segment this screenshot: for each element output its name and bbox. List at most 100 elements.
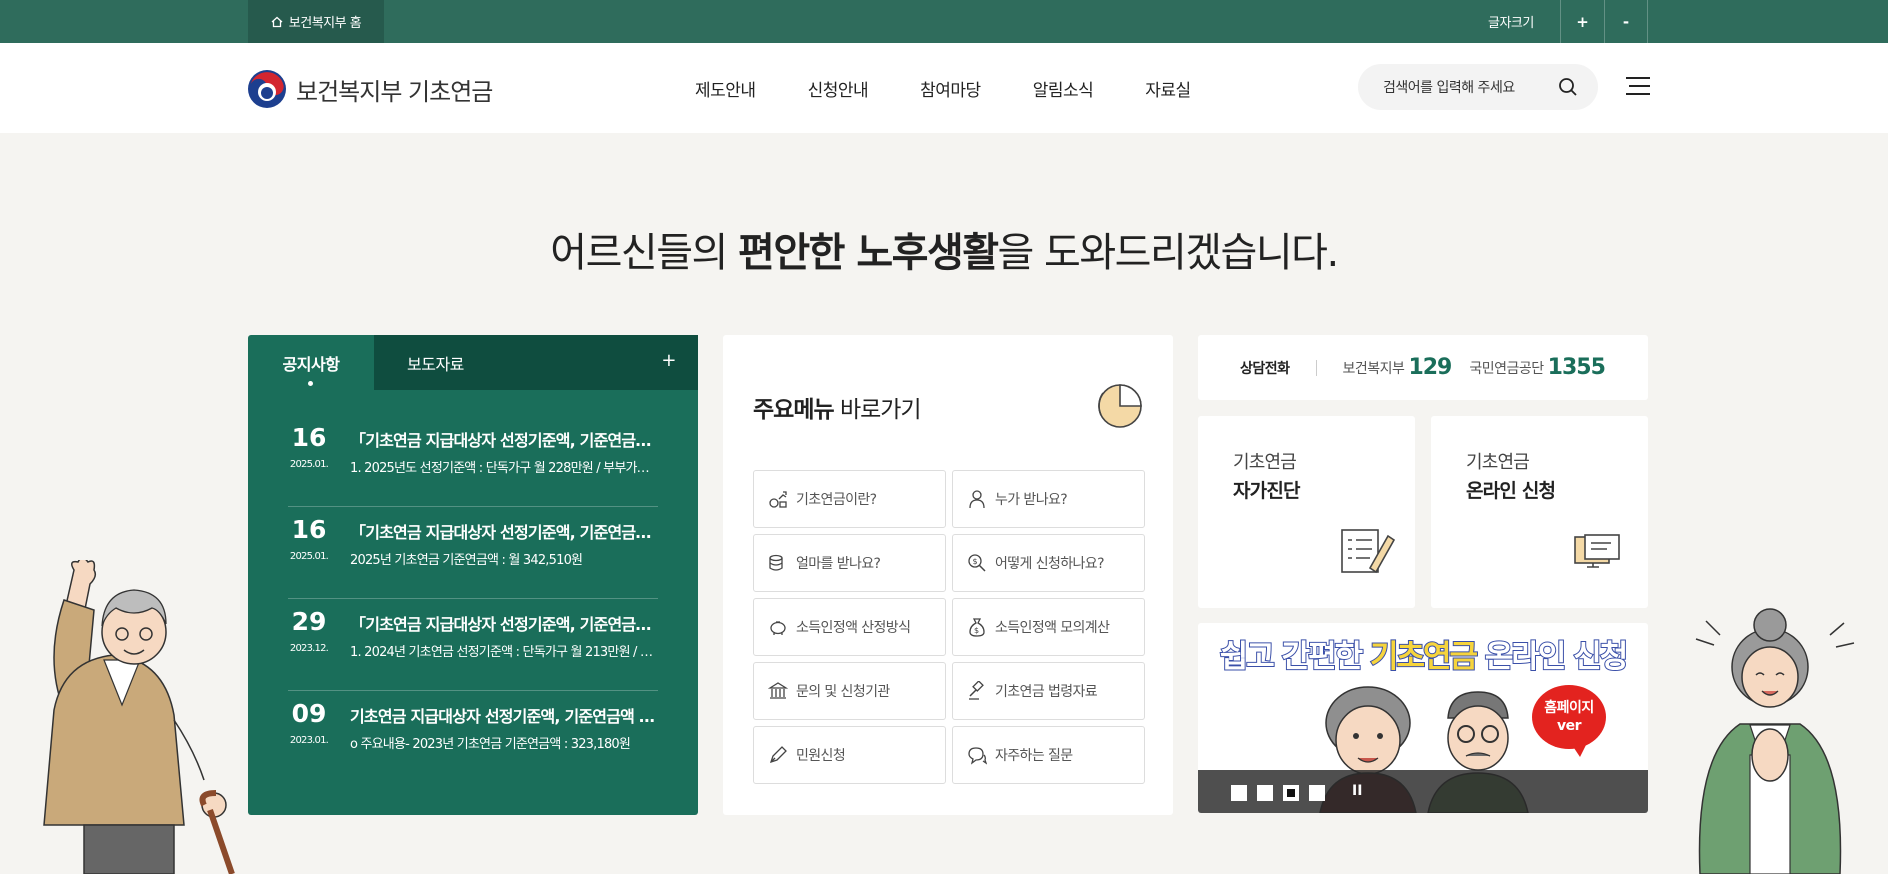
quick-item-faq[interactable]: 자주하는 질문 [952, 726, 1145, 784]
notice-year-month: 2023.01. [289, 735, 329, 746]
quick-item-label: 소득인정액 모의계산 [995, 620, 1110, 636]
banner-title: 쉽고 간편한 기초연금 온라인 신청 [1198, 631, 1648, 676]
quick-item-label: 민원신청 [796, 748, 846, 764]
checklist-icon [1341, 529, 1396, 574]
font-increase-button[interactable]: + [1560, 0, 1604, 43]
banner-title-pre: 쉽고 간편한 [1219, 638, 1370, 676]
notice-item[interactable]: 16 2025.01. 「기초연금 지급대상자 선정기준액, 기준연금액」 고시… [288, 507, 660, 599]
homepage-version-badge: 홈페이지 ver [1532, 685, 1606, 757]
tab-press[interactable]: 보도자료 + [374, 335, 698, 390]
notice-more-button[interactable]: + [661, 350, 676, 371]
notice-item[interactable]: 09 2023.01. 기초연금 지급대상자 선정기준액, 기준연금액 고시 o… [288, 691, 660, 783]
quick-item-label: 누가 받나요? [995, 492, 1068, 508]
notice-title: 「기초연금 지급대상자 선정기준액, 기준연금액」 고시 [350, 615, 660, 634]
taegeuk-logo-icon [248, 70, 286, 108]
search-placeholder: 검색어를 입력해 주세요 [1383, 80, 1515, 96]
quick-item-about[interactable]: 기초연금이란? [753, 470, 946, 528]
slide-dot-2[interactable] [1257, 785, 1273, 801]
home-link-label: 보건복지부 홈 [288, 16, 362, 31]
nav-item-library[interactable]: 자료실 [1145, 76, 1191, 101]
banner-controls: II [1198, 770, 1648, 813]
card-line2: 자가진단 [1233, 480, 1301, 502]
hero-slogan: 어르신들의 편안한 노후생활을 도와드리겠습니다. [0, 220, 1888, 278]
slide-dot-3[interactable] [1283, 785, 1299, 801]
online-apply-card[interactable]: 기초연금 온라인 신청 [1431, 416, 1648, 608]
nav-item-system[interactable]: 제도안내 [695, 76, 756, 101]
notice-summary: 1. 2024년 기초연금 선정기준액 : 단독가구 월 213만원 / 부부가… [350, 645, 660, 660]
call-label: 상담전화 [1240, 360, 1290, 377]
tab-notices-label: 공지사항 [282, 354, 340, 374]
tab-notices[interactable]: 공지사항 [248, 335, 374, 390]
nav-item-apply[interactable]: 신청안내 [808, 76, 869, 101]
quick-item-label: 어떻게 신청하나요? [995, 556, 1105, 572]
call-number-mohw[interactable]: 129 [1408, 355, 1452, 380]
site-logo[interactable]: 보건복지부 기초연금 [248, 70, 493, 108]
call-org-nps: 국민연금공단 [1469, 360, 1544, 377]
home-link[interactable]: 보건복지부 홈 [248, 0, 384, 43]
notice-tabs: 공지사항 보도자료 + [248, 335, 698, 390]
slide-dot-4[interactable] [1309, 785, 1325, 801]
quick-item-who[interactable]: 누가 받나요? [952, 470, 1145, 528]
svg-text:$: $ [974, 626, 979, 635]
call-number-nps[interactable]: 1355 [1548, 355, 1606, 380]
notice-day: 16 [291, 515, 327, 544]
nav-item-news[interactable]: 알림소식 [1033, 76, 1094, 101]
notice-board: 공지사항 보도자료 + 16 2025.01. 「기초연금 지급대상자 선정기준액… [248, 335, 698, 815]
pause-button[interactable]: II [1352, 783, 1362, 799]
gavel-icon [969, 681, 984, 700]
slide-dot-1[interactable] [1231, 785, 1247, 801]
bank-icon [768, 682, 788, 699]
svg-text:$: $ [973, 557, 978, 566]
tab-press-label: 보도자료 [407, 354, 464, 374]
card-line2: 온라인 신청 [1466, 480, 1556, 502]
notice-summary: 2025년 기초연금 기준연금액 : 월 342,510원 [350, 553, 583, 568]
banner-title-post: 온라인 신청 [1476, 638, 1629, 676]
notice-year-month: 2023.12. [289, 643, 329, 654]
pen-icon [769, 746, 787, 764]
card-line1: 기초연금 [1233, 452, 1297, 473]
quick-item-contact[interactable]: 문의 및 신청기관 [753, 662, 946, 720]
quick-item-law[interactable]: 기초연금 법령자료 [952, 662, 1145, 720]
promo-banner[interactable]: 쉽고 간편한 기초연금 온라인 신청 홈페이지 ver II [1198, 623, 1648, 813]
notice-summary: 1. 2025년도 선정기준액 : 단독가구 월 228만원 / 부부가구 월 … [350, 461, 660, 476]
search-icon[interactable] [1558, 77, 1578, 97]
money-bag-icon: $ [969, 618, 985, 637]
quick-item-income-calc[interactable]: $ 소득인정액 모의계산 [952, 598, 1145, 656]
quick-item-civil[interactable]: 민원신청 [753, 726, 946, 784]
notice-item[interactable]: 29 2023.12. 「기초연금 지급대상자 선정기준액, 기준연금액」 고시… [288, 599, 660, 691]
quick-item-label: 얼마를 받나요? [796, 556, 881, 572]
self-check-card[interactable]: 기초연금 자가진단 [1198, 416, 1415, 608]
computer-icon [1574, 534, 1620, 568]
quick-item-how[interactable]: $ 어떻게 신청하나요? [952, 534, 1145, 592]
notice-day: 09 [291, 699, 327, 728]
notice-title: 「기초연금 지급대상자 선정기준액, 기준연금액」 고시 [350, 431, 660, 450]
quick-menu-panel: 주요메뉴 바로가기 기초연금이란? 누가 받나요? 얼마를 받나요? $ 어떻게… [723, 335, 1173, 815]
chat-icon [968, 747, 987, 765]
quick-menu-title: 주요메뉴 바로가기 [753, 390, 922, 424]
call-org-mohw: 보건복지부 [1342, 360, 1405, 377]
notice-title: 「기초연금 지급대상자 선정기준액, 기준연금액」 고시 [350, 523, 660, 542]
quick-item-amount[interactable]: 얼마를 받나요? [753, 534, 946, 592]
home-icon [271, 16, 283, 27]
font-decrease-button[interactable]: - [1604, 0, 1648, 43]
grandfather-illustration [43, 560, 235, 874]
quick-item-label: 기초연금이란? [796, 492, 877, 508]
quick-item-label: 기초연금 법령자료 [995, 684, 1098, 700]
badge-line1: 홈페이지 [1544, 700, 1594, 716]
search-money-icon: $ [968, 554, 986, 572]
card-line1: 기초연금 [1466, 452, 1530, 473]
person-icon [969, 490, 985, 509]
search-input[interactable]: 검색어를 입력해 주세요 [1358, 64, 1598, 110]
hero-text-pre: 어르신들의 [550, 230, 739, 276]
hero-text-post: 을 도와드리겠습니다. [997, 230, 1340, 276]
hamburger-menu-icon[interactable] [1626, 76, 1650, 96]
notice-item[interactable]: 16 2025.01. 「기초연금 지급대상자 선정기준액, 기준연금액」 고시… [288, 415, 660, 507]
notice-summary: o 주요내용- 2023년 기초연금 기준연금액 : 323,180원 [350, 737, 631, 752]
coin-stack-icon [769, 554, 783, 571]
quick-item-label: 자주하는 질문 [995, 748, 1073, 764]
quick-menu-title-rest: 바로가기 [833, 397, 922, 423]
divider [1315, 359, 1317, 376]
quick-menu-grid: 기초연금이란? 누가 받나요? 얼마를 받나요? $ 어떻게 신청하나요? 소득… [753, 470, 1145, 784]
nav-item-participate[interactable]: 참여마당 [920, 76, 981, 101]
quick-item-income-method[interactable]: 소득인정액 산정방식 [753, 598, 946, 656]
